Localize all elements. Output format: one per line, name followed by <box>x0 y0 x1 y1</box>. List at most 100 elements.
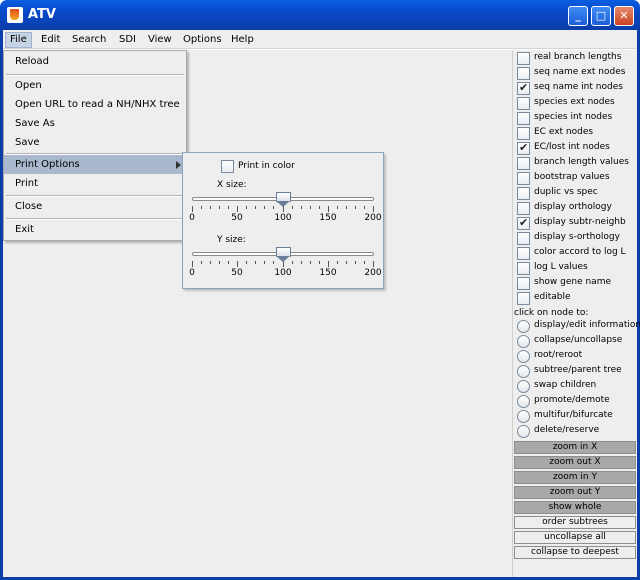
minor-tick <box>255 206 256 209</box>
zoom-out-y-button[interactable]: zoom out Y <box>514 486 636 499</box>
menu-item-reload[interactable]: Reload <box>4 52 186 71</box>
minor-tick <box>355 261 356 264</box>
menu-edit[interactable]: Edit <box>37 33 64 48</box>
print-in-color-checkbox[interactable] <box>221 160 234 173</box>
menu-item-close[interactable]: Close <box>4 197 186 216</box>
radio-button[interactable] <box>517 335 530 348</box>
radio-label: collapse/uncollapse <box>534 335 623 345</box>
minor-tick <box>273 206 274 209</box>
radio-label: root/reroot <box>534 350 583 360</box>
y-size-label: Y size: <box>217 235 246 245</box>
menu-item-print-options[interactable]: Print Options <box>4 155 186 174</box>
checkbox[interactable] <box>517 112 530 125</box>
major-tick <box>192 261 193 267</box>
menu-item-print[interactable]: Print <box>4 174 186 193</box>
checkbox[interactable] <box>517 127 530 140</box>
checkmark-icon: ✔ <box>519 81 529 94</box>
minor-tick <box>201 206 202 209</box>
minor-tick <box>210 206 211 209</box>
show-whole-button[interactable]: show whole <box>514 501 636 514</box>
checkbox[interactable] <box>517 277 530 290</box>
minor-tick <box>319 261 320 264</box>
checkbox-label: EC/lost int nodes <box>534 142 610 152</box>
menu-item-open-url[interactable]: Open URL to read a NH/NHX tree <box>4 95 186 114</box>
menu-file[interactable]: File <box>5 32 32 48</box>
checkbox-label: color accord to log L <box>534 247 626 257</box>
radio-label: promote/demote <box>534 395 610 405</box>
uncollapse-all-button[interactable]: uncollapse all <box>514 531 636 544</box>
zoom-out-x-button[interactable]: zoom out X <box>514 456 636 469</box>
checkbox-label: show gene name <box>534 277 611 287</box>
menu-sdi[interactable]: SDI <box>115 33 140 48</box>
minimize-button[interactable]: _ <box>568 6 588 26</box>
checkbox-label: display s-orthology <box>534 232 620 242</box>
checkbox[interactable] <box>517 292 530 305</box>
checkbox-label: species ext nodes <box>534 97 615 107</box>
radio-button[interactable] <box>517 350 530 363</box>
y-size-slider[interactable]: 0 50 100 150 200 <box>189 247 382 278</box>
radio-label: multifur/bifurcate <box>534 410 613 420</box>
collapse-to-deepest-button[interactable]: collapse to deepest <box>514 546 636 559</box>
minor-tick <box>264 206 265 209</box>
menu-view[interactable]: View <box>144 33 176 48</box>
x-size-slider[interactable]: 0 50 100 150 200 <box>189 192 382 223</box>
zoom-in-y-button[interactable]: zoom in Y <box>514 471 636 484</box>
print-options-label: Print Options <box>15 159 80 170</box>
checkbox[interactable] <box>517 247 530 260</box>
checkbox[interactable] <box>517 232 530 245</box>
slider-thumb[interactable] <box>276 192 291 207</box>
tick-label: 100 <box>274 268 292 278</box>
menu-options[interactable]: Options <box>179 33 226 48</box>
minor-tick <box>364 261 365 264</box>
radio-button[interactable] <box>517 365 530 378</box>
minor-tick <box>364 206 365 209</box>
major-tick <box>328 261 329 267</box>
maximize-button[interactable]: □ <box>591 6 611 26</box>
checkbox[interactable] <box>517 157 530 170</box>
tick-label: 0 <box>189 213 195 223</box>
radio-button[interactable] <box>517 380 530 393</box>
checkbox[interactable] <box>517 67 530 80</box>
radio-button[interactable] <box>517 425 530 438</box>
minor-tick <box>246 206 247 209</box>
major-tick <box>237 261 238 267</box>
radio-button[interactable] <box>517 395 530 408</box>
close-window-button[interactable]: ✕ <box>614 6 634 26</box>
menu-item-save[interactable]: Save <box>4 133 186 152</box>
tick-label: 150 <box>319 268 337 278</box>
radio-button[interactable] <box>517 320 530 333</box>
major-tick <box>373 261 374 267</box>
submenu-arrow-icon <box>176 161 181 169</box>
menu-item-open[interactable]: Open <box>4 76 186 95</box>
minor-tick <box>355 206 356 209</box>
checkbox[interactable]: ✔ <box>517 216 530 230</box>
order-subtrees-button[interactable]: order subtrees <box>514 516 636 529</box>
window-title: ATV <box>28 7 56 22</box>
checkbox[interactable]: ✔ <box>517 141 530 155</box>
checkbox-label: EC ext nodes <box>534 127 594 137</box>
slider-thumb[interactable] <box>276 247 291 262</box>
radio-button[interactable] <box>517 410 530 423</box>
menu-help[interactable]: Help <box>227 33 258 48</box>
checkbox[interactable] <box>517 202 530 215</box>
x-size-label: X size: <box>217 180 247 190</box>
minor-tick <box>210 261 211 264</box>
checkbox[interactable] <box>517 187 530 200</box>
minor-tick <box>310 206 311 209</box>
minor-tick <box>292 261 293 264</box>
menu-item-save-as[interactable]: Save As <box>4 114 186 133</box>
menu-bar: File Edit Search SDI View Options Help <box>3 30 637 49</box>
menu-item-exit[interactable]: Exit <box>4 220 186 239</box>
checkbox[interactable]: ✔ <box>517 81 530 95</box>
checkbox[interactable] <box>517 52 530 65</box>
zoom-in-x-button[interactable]: zoom in X <box>514 441 636 454</box>
checkbox-label: bootstrap values <box>534 172 610 182</box>
checkbox[interactable] <box>517 172 530 185</box>
menu-search[interactable]: Search <box>68 33 110 48</box>
radio-label: display/edit information <box>534 320 640 330</box>
major-tick <box>328 206 329 212</box>
checkbox[interactable] <box>517 262 530 275</box>
checkbox-label: seq name int nodes <box>534 82 623 92</box>
minor-tick <box>301 261 302 264</box>
checkbox[interactable] <box>517 97 530 110</box>
